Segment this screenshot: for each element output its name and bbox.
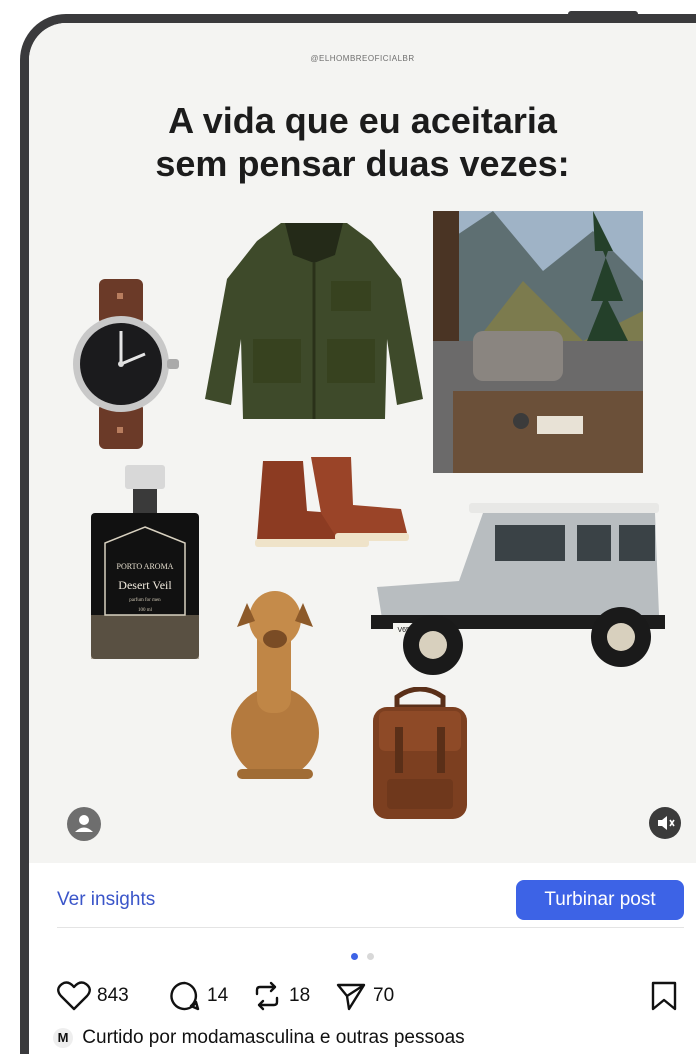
headline-line-2: sem pensar duas vezes: [155, 143, 570, 184]
carousel-dot [366, 953, 374, 960]
save-button[interactable] [649, 978, 679, 1014]
comments-count: 14 [207, 985, 229, 1006]
bookmark-icon [651, 981, 677, 1011]
heart-icon [57, 981, 91, 1011]
boost-post-button[interactable]: Turbinar post [516, 880, 684, 920]
speaker-muted-icon [658, 816, 675, 830]
backpack-image [373, 687, 467, 819]
perfume-name-label: Desert Veil [118, 578, 172, 592]
land-rover-image: V65 LAY [371, 503, 665, 675]
liker-username[interactable]: modamasculina [182, 1027, 315, 1048]
carousel-dot-active [351, 953, 359, 960]
watch-image [73, 279, 179, 449]
divider [57, 927, 684, 928]
like-button[interactable]: 843 [57, 978, 129, 1014]
perfume-sub-label: parfum for men [129, 598, 161, 603]
post-handle: @ELHOMBREOFICIALBR [310, 54, 415, 63]
liked-by-line: M Curtido por modamasculina e outras pes… [53, 1027, 465, 1049]
reposts-count: 18 [289, 985, 311, 1006]
engagement-bar: 843 14 18 70 [57, 978, 696, 1014]
liked-by-prefix: Curtido por [82, 1027, 177, 1048]
phone-frame: @ELHOMBREOFICIALBR A vida que eu aceitar… [20, 14, 696, 1054]
shares-count: 70 [373, 985, 395, 1006]
liked-by-others[interactable]: outras pessoas [336, 1027, 465, 1048]
post-image[interactable]: @ELHOMBREOFICIALBR A vida que eu aceitar… [29, 23, 696, 863]
post-headline: A vida que eu aceitaria sem pensar duas … [29, 99, 696, 185]
liker-avatar: M [53, 1027, 73, 1048]
perfume-brand-label: PORTO AROMA [117, 562, 174, 571]
carousel-indicator [29, 947, 696, 965]
post-actions-row: Ver insights Turbinar post [29, 880, 696, 928]
perfume-image: PORTO AROMA Desert Veil parfum for men 1… [91, 465, 199, 659]
comment-button[interactable]: 14 [169, 978, 228, 1014]
share-button[interactable]: 70 [335, 978, 394, 1014]
jacket-image [205, 223, 423, 419]
perfume-volume-label: 100 ml [138, 608, 153, 613]
user-icon [75, 815, 93, 832]
dog-image [231, 591, 319, 779]
headline-line-1: A vida que eu aceitaria [168, 100, 557, 141]
liked-by-conjunction: e [319, 1027, 331, 1048]
repost-button[interactable]: 18 [251, 978, 310, 1014]
likes-count: 843 [97, 985, 129, 1006]
comment-icon [170, 981, 200, 1011]
cabin-landscape-image [433, 211, 643, 473]
tag-people-button[interactable] [67, 807, 101, 841]
send-icon [336, 983, 366, 1011]
view-insights-link[interactable]: Ver insights [57, 889, 155, 911]
mute-button[interactable] [649, 807, 681, 839]
repost-icon [255, 981, 279, 1011]
